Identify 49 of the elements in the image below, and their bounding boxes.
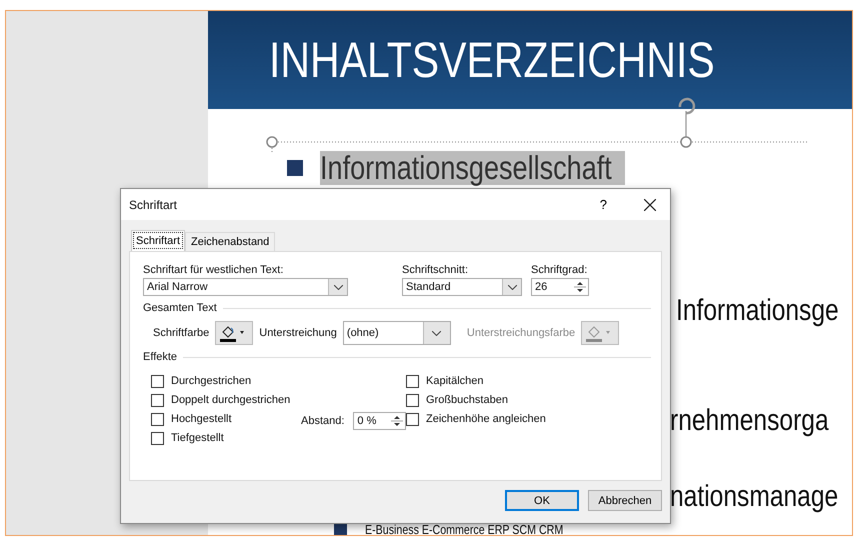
field-label: Unterstreichungsfarbe: [466, 327, 576, 339]
field-label: Schriftart für westlichen Text:: [143, 264, 284, 276]
checkbox[interactable]: [406, 412, 419, 426]
checkbox[interactable]: [151, 374, 164, 388]
help-button[interactable]: ?: [600, 197, 607, 212]
checkbox-label: Hochgestellt: [171, 413, 232, 425]
bullet-text: E-Business E-Commerce ERP SCM CRM: [365, 524, 564, 535]
tab[interactable]: Schriftart: [131, 230, 186, 251]
checkbox[interactable]: [151, 412, 164, 426]
bullet-text: nationsmanage: [670, 479, 840, 515]
checkbox-label: Zeichenhöhe angleichen: [426, 413, 546, 425]
style-dropdown[interactable]: Standard: [402, 278, 522, 296]
bullet-text: Informationsge: [676, 293, 840, 329]
bullet-text: rnehmensorga: [670, 403, 830, 439]
chevron-icon: [334, 284, 342, 290]
checkbox-label: Tiefgestellt: [171, 432, 224, 444]
section-heading: Effekte: [143, 351, 178, 363]
font-dropdown[interactable]: Arial Narrow: [143, 278, 348, 296]
spin-arrows-icon: [574, 279, 586, 295]
bullet-icon: [334, 523, 347, 535]
tab[interactable]: Zeichenabstand: [185, 232, 276, 251]
font-color-button[interactable]: [215, 321, 254, 345]
dialog-title: Schriftart: [129, 198, 178, 212]
ok-button[interactable]: OK: [505, 490, 579, 511]
section-heading: Gesamten Text: [143, 302, 217, 314]
bullet-icon: [287, 160, 303, 176]
chevron-icon: [508, 284, 516, 290]
spacing-spinner[interactable]: 0 %: [353, 412, 406, 430]
size-spinner[interactable]: 26: [531, 278, 589, 296]
field-label: Abstand:: [301, 415, 344, 427]
checkbox[interactable]: [151, 394, 164, 406]
checkbox-label: Großbuchstaben: [426, 394, 508, 406]
checkbox-label: Durchgestrichen: [171, 375, 252, 387]
slide-title: INHALTSVERZEICHNIS: [269, 31, 715, 89]
close-icon[interactable]: [644, 198, 656, 210]
checkbox[interactable]: [406, 374, 419, 388]
field-label: Schriftschnitt:: [402, 264, 470, 276]
cancel-button[interactable]: Abbrechen: [588, 490, 662, 511]
checkbox[interactable]: [151, 432, 164, 444]
spin-arrows-icon: [391, 413, 403, 429]
underline-dropdown[interactable]: (ohne): [342, 321, 451, 345]
field-label: Schriftgrad:: [531, 264, 588, 276]
chevron-icon: [432, 330, 442, 336]
bullet-text[interactable]: Informationsgesellschaft: [320, 151, 625, 185]
checkbox-label: Kapitälchen: [426, 375, 484, 387]
checkbox-label: Doppelt durchgestrichen: [171, 394, 290, 406]
field-label: Unterstreichung: [259, 327, 337, 339]
checkbox[interactable]: [406, 394, 419, 406]
field-label: Schriftfarbe: [153, 327, 210, 339]
